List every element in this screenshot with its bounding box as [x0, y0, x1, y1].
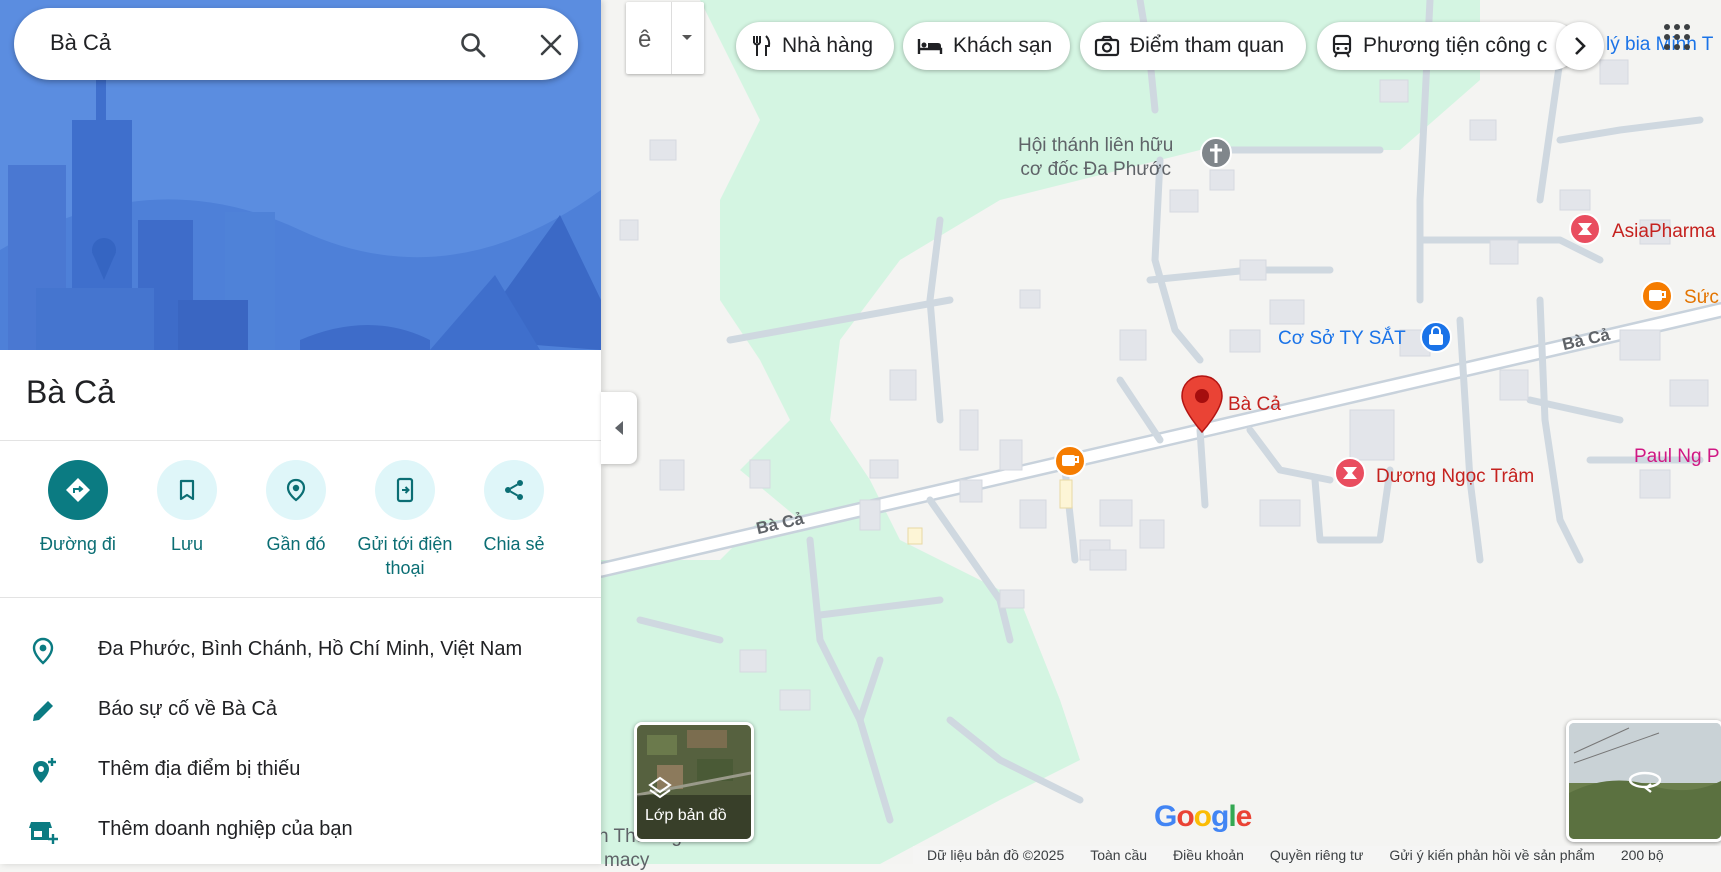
directions-icon [48, 460, 108, 520]
paul-label[interactable]: Paul Ng P [1634, 446, 1720, 468]
input-tools-glyph: ê [638, 26, 652, 53]
save-label: Lưu [170, 534, 204, 554]
pencil-icon [33, 701, 53, 721]
layers-label: Lớp bản đồ [645, 807, 727, 824]
layers-icon [648, 776, 672, 799]
terms-link[interactable]: Điều khoản [1173, 847, 1244, 863]
directions-label: Đường đi [40, 534, 116, 554]
add-missing-place-text: Thêm địa điểm bị thiếu [98, 758, 301, 780]
add-place-icon [33, 758, 56, 783]
send-to-phone-label: Gửi tới điện thoại [357, 534, 453, 578]
nearby-button[interactable]: Gần đó [242, 460, 350, 556]
macy-label: macy [604, 850, 650, 871]
bookmark-icon [157, 460, 217, 520]
church-label-line: Hội thánh liên hữu [1018, 135, 1174, 156]
chip-transit[interactable]: Phương tiện công c [1317, 22, 1577, 70]
chip-label: Nhà hàng [782, 34, 874, 57]
privacy-link[interactable]: Quyền riêng tư [1270, 847, 1363, 863]
selected-place-pin-icon[interactable] [1180, 374, 1224, 436]
place-title: Bà Cả [26, 374, 115, 410]
chips-next-button[interactable] [1556, 22, 1604, 70]
global-link[interactable]: Toàn cầu [1090, 847, 1147, 863]
apps-grid-icon[interactable] [1662, 22, 1692, 52]
suc-label[interactable]: Sức [1684, 287, 1719, 309]
caret-left-icon [615, 421, 623, 435]
share-button[interactable]: Chia sẻ [460, 460, 568, 556]
chip-label: Phương tiện công c [1363, 34, 1548, 57]
chip-restaurants[interactable]: Nhà hàng [736, 22, 894, 70]
send-to-phone-button[interactable]: Gửi tới điện thoại [351, 460, 459, 580]
scale-label[interactable]: 200 bộ [1621, 847, 1664, 863]
feedback-link[interactable]: Gửi ý kiến phản hồi về sản phẩm [1389, 847, 1595, 863]
chevron-down-icon[interactable] [679, 32, 695, 44]
pharmacy-icon[interactable] [1568, 212, 1602, 250]
transit-icon [1332, 34, 1352, 58]
search-icon[interactable] [459, 31, 487, 59]
chevron-right-icon [1575, 37, 1586, 55]
church-label-line: cơ đốc Đa Phước [1020, 159, 1171, 180]
report-issue-text: Báo sự cố về Bà Cả [98, 698, 278, 720]
chip-label: Điểm tham quan [1130, 34, 1285, 57]
share-label: Chia sẻ [483, 534, 545, 554]
google-logo: Google [1154, 800, 1252, 833]
map-footer: Dữ liệu bản đồ ©2025 Toàn cầu Điều khoản… [913, 846, 1721, 864]
share-icon [484, 460, 544, 520]
send-to-phone-icon [375, 460, 435, 520]
asiapharma-label[interactable]: AsiaPharma [1612, 221, 1716, 243]
divider [0, 597, 601, 598]
location-pin-icon [32, 637, 54, 665]
collapse-panel-button[interactable] [601, 392, 637, 464]
rotate-360-icon [1628, 771, 1662, 793]
co-so-ty-sat-label[interactable]: Cơ Sở TY SẮT [1278, 328, 1406, 350]
pin-label[interactable]: Bà Cả [1228, 394, 1281, 416]
divider [671, 2, 672, 74]
restaurant-icon [753, 35, 771, 56]
close-icon[interactable] [538, 32, 564, 58]
cafe-icon[interactable] [1053, 444, 1087, 482]
add-business-row[interactable]: Thêm doanh nghiệp của bạn [0, 804, 601, 858]
church-label[interactable]: Hội thánh liên hữu cơ đốc Đa Phước [1018, 134, 1173, 182]
pharmacy-icon[interactable] [1333, 456, 1367, 494]
save-button[interactable]: Lưu [133, 460, 241, 556]
street-view-button[interactable] [1566, 720, 1721, 842]
camera-icon [1094, 35, 1120, 57]
place-panel: Bà Cả Bà Cả Đường đi Lưu Gần đó Gửi tới … [0, 0, 601, 864]
cafe-icon[interactable] [1640, 279, 1674, 317]
add-business-icon [29, 822, 58, 844]
map-layers-button[interactable]: Lớp bản đồ [634, 722, 754, 842]
shopping-icon[interactable] [1419, 320, 1453, 358]
add-missing-place-row[interactable]: Thêm địa điểm bị thiếu [0, 744, 601, 798]
search-box[interactable]: Bà Cả [14, 8, 578, 80]
address-row[interactable]: Đa Phước, Bình Chánh, Hồ Chí Minh, Việt … [0, 624, 601, 678]
add-business-text: Thêm doanh nghiệp của bạn [98, 818, 353, 840]
ly-bia-label[interactable]: lý bia Minh T [1606, 34, 1713, 56]
chip-attractions[interactable]: Điểm tham quan [1080, 22, 1306, 70]
directions-button[interactable]: Đường đi [24, 460, 132, 556]
map-data-copyright: Dữ liệu bản đồ ©2025 [927, 847, 1065, 863]
church-icon[interactable] [1199, 136, 1233, 170]
input-tools-button[interactable]: ê [626, 2, 704, 74]
duong-ngoc-tram-label[interactable]: Dương Ngọc Trâm [1376, 466, 1534, 488]
search-input[interactable]: Bà Cả [50, 30, 111, 56]
chip-hotels[interactable]: Khách sạn [903, 22, 1070, 70]
report-issue-row[interactable]: Báo sự cố về Bà Cả [0, 684, 601, 738]
divider [0, 440, 601, 441]
nearby-label: Gần đó [266, 534, 326, 554]
nearby-icon [266, 460, 326, 520]
hotel-icon [917, 39, 943, 54]
address-text: Đa Phước, Bình Chánh, Hồ Chí Minh, Việt … [98, 638, 523, 660]
chip-label: Khách sạn [953, 34, 1053, 57]
